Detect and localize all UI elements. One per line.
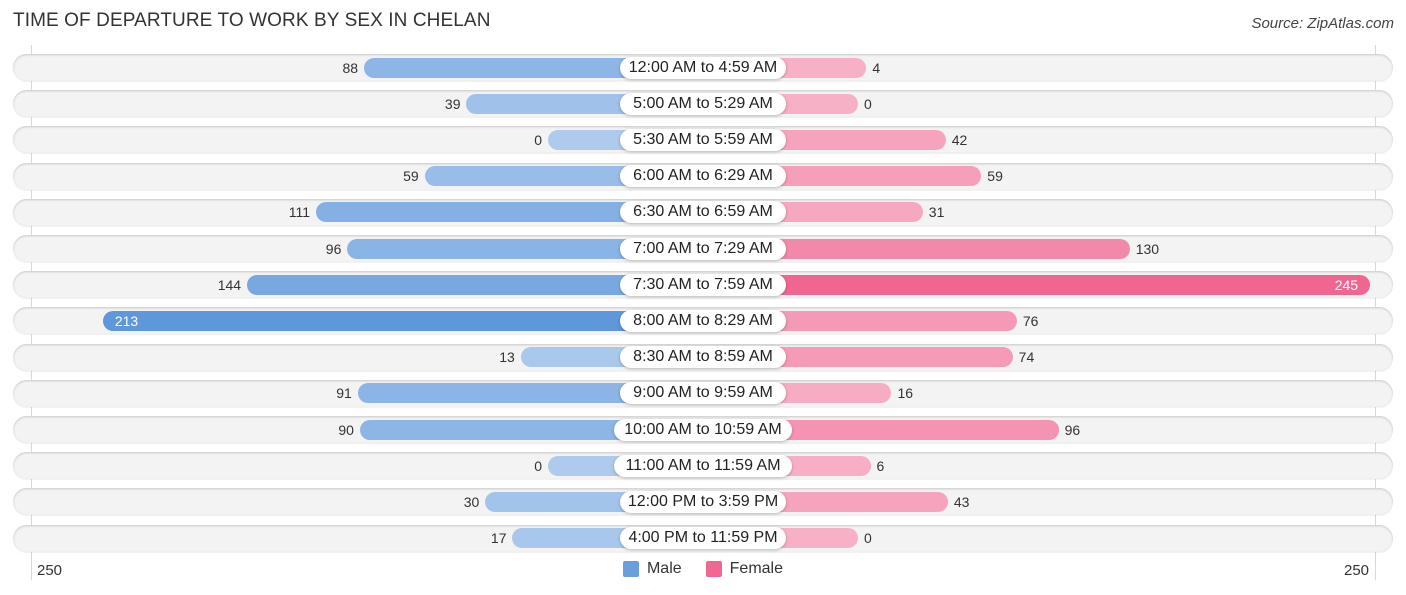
value-label-female: 96 [1064,421,1081,438]
chart-title: TIME OF DEPARTURE TO WORK BY SEX IN CHEL… [13,10,491,31]
category-label: 11:00 AM to 11:59 AM [614,454,792,477]
value-label-male: 144 [217,276,242,293]
category-label: 6:00 AM to 6:29 AM [620,165,786,188]
legend-label-male: Male [646,560,682,577]
category-label: 6:30 AM to 6:59 AM [620,201,786,224]
category-label: 10:00 AM to 10:59 AM [614,418,792,441]
value-label-male: 0 [534,131,542,148]
value-label-female: 31 [928,204,945,221]
category-label: 9:00 AM to 9:59 AM [620,382,786,405]
category-label: 8:30 AM to 8:59 AM [620,346,786,369]
category-label: 7:30 AM to 7:59 AM [620,273,786,296]
value-label-female: 74 [1018,349,1035,366]
value-label-female: 0 [864,530,872,547]
bar-female [703,274,1371,295]
legend-item-male: Male [622,560,682,578]
value-label-male: 111 [288,204,311,221]
value-label-female: 43 [953,493,970,510]
value-label-male: 88 [342,59,359,76]
legend-label-female: Female [729,560,784,577]
category-label: 8:00 AM to 8:29 AM [620,309,786,332]
legend: Male Female [0,560,1406,578]
value-label-male: 96 [325,240,342,257]
value-label-female: 76 [1022,312,1039,329]
category-label: 4:00 PM to 11:59 PM [620,527,786,550]
value-label-male: 0 [534,457,542,474]
legend-swatch-female [705,561,722,577]
value-label-male: 90 [338,421,354,438]
value-label-male: 213 [114,312,139,329]
value-label-female: 59 [987,168,1003,185]
value-label-female: 42 [951,131,968,148]
category-label: 5:00 AM to 5:29 AM [620,92,786,115]
value-label-female: 245 [1334,276,1359,293]
value-label-female: 6 [876,457,885,474]
value-label-male: 17 [490,530,507,547]
value-label-female: 16 [897,385,914,402]
source-label: Source: ZipAtlas.com [1251,15,1394,32]
value-label-female: 0 [864,95,872,112]
category-label: 12:00 AM to 4:59 AM [620,56,786,79]
value-label-male: 39 [444,95,461,112]
legend-swatch-male [622,561,639,577]
value-label-female: 130 [1135,240,1160,257]
bar-male [102,310,703,331]
category-label: 7:00 AM to 7:29 AM [620,237,786,260]
category-label: 5:30 AM to 5:59 AM [620,128,786,151]
legend-item-female: Female [705,560,784,578]
value-label-male: 30 [463,493,480,510]
value-label-male: 13 [499,349,515,366]
value-label-male: 59 [403,168,419,185]
value-label-male: 91 [336,385,352,402]
value-label-female: 4 [872,59,881,76]
category-label: 12:00 PM to 3:59 PM [620,490,786,513]
